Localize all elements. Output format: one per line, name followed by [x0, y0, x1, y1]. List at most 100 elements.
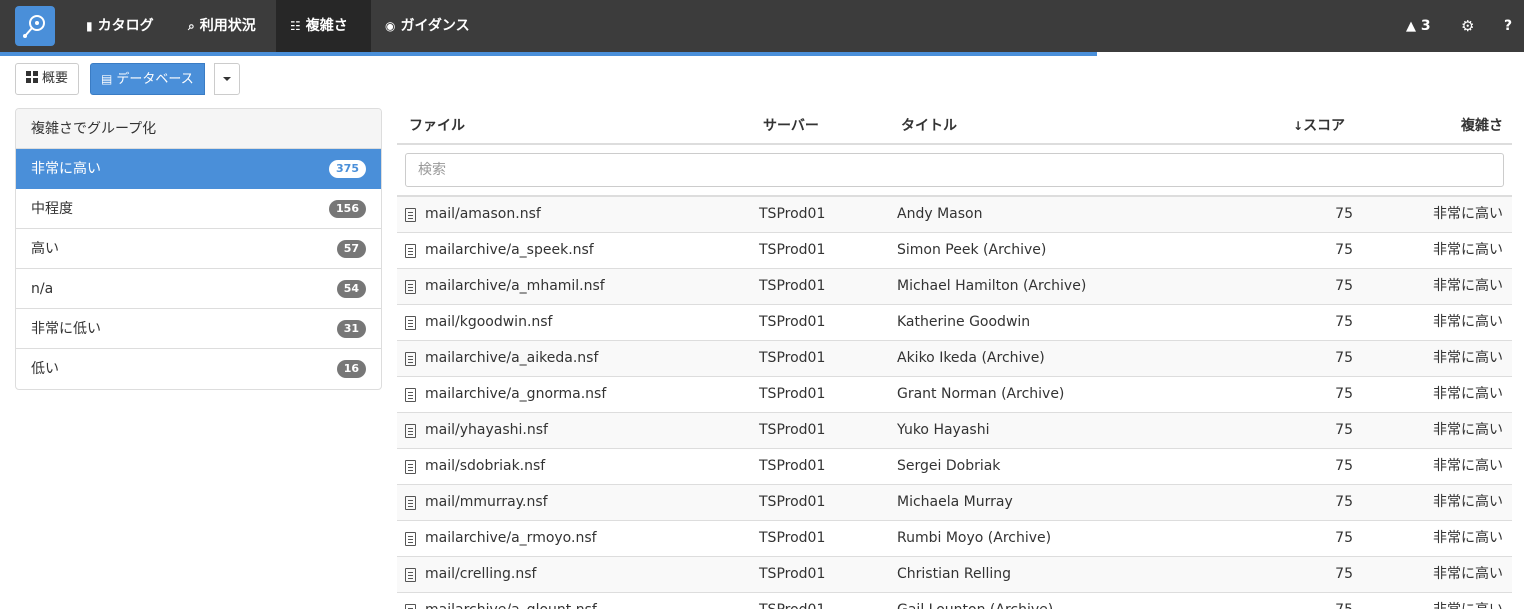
nav-item-usage[interactable]: ⌕ 利用状況 — [174, 0, 270, 52]
magnifier-logo-icon — [23, 15, 45, 38]
cell-file[interactable]: mailarchive/a_aikeda.nsf — [425, 341, 598, 376]
cell-title: Michaela Murray — [897, 494, 1013, 510]
file-text-icon — [405, 316, 416, 330]
cell-server: TSProd01 — [759, 206, 826, 222]
cell-file[interactable]: mail/amason.nsf — [425, 197, 541, 232]
cell-complexity: 非常に高い — [1433, 494, 1503, 510]
cell-score: 75 — [1335, 278, 1353, 294]
nav-label-guidance: ガイダンス — [400, 18, 470, 34]
app-logo[interactable] — [15, 6, 55, 46]
cell-file[interactable]: mailarchive/a_mhamil.nsf — [425, 269, 605, 304]
group-count-badge: 156 — [329, 200, 366, 218]
cell-file[interactable]: mail/sdobriak.nsf — [425, 449, 545, 484]
cell-complexity: 非常に高い — [1433, 386, 1503, 402]
cell-file[interactable]: mail/crelling.nsf — [425, 557, 536, 592]
database-table: mail/amason.nsf TSProd01 Andy Mason 75 非常に高い… — [397, 197, 1512, 609]
nav-item-complexity[interactable]: ☷ 複雑さ — [276, 0, 371, 52]
group-item[interactable]: 非常に高い 375 — [16, 149, 381, 189]
cell-server: TSProd01 — [759, 530, 826, 546]
column-header-file[interactable]: ファイル — [409, 115, 465, 137]
group-item-label: 非常に低い — [31, 321, 101, 337]
cell-server: TSProd01 — [759, 278, 826, 294]
table-row[interactable]: mail/yhayashi.nsf TSProd01 Yuko Hayashi 75 非… — [397, 413, 1512, 449]
table-row[interactable]: mailarchive/a_aikeda.nsf TSProd01 Akiko Ik… — [397, 341, 1512, 377]
cell-complexity: 非常に高い — [1433, 242, 1503, 258]
table-row[interactable]: mail/kgoodwin.nsf TSProd01 Katherine Goodw… — [397, 305, 1512, 341]
column-header-server[interactable]: サーバー — [763, 115, 819, 137]
table-row[interactable]: mail/crelling.nsf TSProd01 Christian Relli… — [397, 557, 1512, 593]
table-row[interactable]: mailarchive/a_speek.nsf TSProd01 Simon Pee… — [397, 233, 1512, 269]
file-text-icon — [405, 532, 416, 546]
table-row[interactable]: mail/mmurray.nsf TSProd01 Michaela Murray 7… — [397, 485, 1512, 521]
settings-button[interactable]: ⚙ — [1461, 0, 1474, 52]
nav-label-catalog: カタログ — [97, 18, 154, 34]
cell-file[interactable]: mailarchive/a_gnorma.nsf — [425, 377, 606, 412]
cell-file[interactable]: mailarchive/a_glount.nsf — [425, 593, 597, 609]
cell-file[interactable]: mail/kgoodwin.nsf — [425, 305, 552, 340]
cell-file[interactable]: mail/yhayashi.nsf — [425, 413, 548, 448]
cell-complexity: 非常に高い — [1433, 422, 1503, 438]
group-count-badge: 375 — [329, 160, 366, 178]
cell-file[interactable]: mail/mmurray.nsf — [425, 485, 548, 520]
group-item[interactable]: 高い 57 — [16, 229, 381, 269]
column-header-score[interactable]: ↓スコア — [1293, 115, 1345, 137]
cell-score: 75 — [1335, 422, 1353, 438]
file-text-icon — [405, 352, 416, 366]
cell-complexity: 非常に高い — [1433, 314, 1503, 330]
group-count-badge: 16 — [336, 360, 366, 378]
group-by-header: 複雑さでグループ化 — [16, 109, 381, 149]
column-header-score-label: スコア — [1303, 118, 1346, 134]
table-row[interactable]: mail/amason.nsf TSProd01 Andy Mason 75 非常に高い — [397, 197, 1512, 233]
cell-server: TSProd01 — [759, 566, 826, 582]
top-navbar: ▮ カタログ ⌕ 利用状況 ☷ 複雑さ ◉ ガイダンス ▲ 3 ⚙ ? — [0, 0, 1524, 52]
table-row[interactable]: mailarchive/a_mhamil.nsf TSProd01 Michael … — [397, 269, 1512, 305]
table-row[interactable]: mailarchive/a_glount.nsf TSProd01 Gail Lou… — [397, 593, 1512, 609]
book-icon: ▮ — [86, 19, 93, 33]
group-item-label: 高い — [31, 241, 59, 257]
cell-server: TSProd01 — [759, 422, 826, 438]
cell-server: TSProd01 — [759, 458, 826, 474]
caret-down-icon — [223, 76, 231, 81]
cell-server: TSProd01 — [759, 350, 826, 366]
cubes-icon: ☷ — [290, 19, 301, 33]
cell-complexity: 非常に高い — [1433, 530, 1503, 546]
group-item-label: 低い — [31, 361, 59, 377]
table-row[interactable]: mail/sdobriak.nsf TSProd01 Sergei Dobriak 7… — [397, 449, 1512, 485]
cell-server: TSProd01 — [759, 593, 825, 609]
overview-button[interactable]: 概要 — [15, 63, 80, 95]
group-item[interactable]: 中程度 156 — [16, 189, 381, 229]
nav-item-guidance[interactable]: ◉ ガイダンス — [371, 0, 484, 52]
cell-score: 75 — [1335, 314, 1353, 330]
group-item[interactable]: 低い 16 — [16, 349, 381, 389]
overview-label: 概要 — [42, 71, 69, 86]
table-row[interactable]: mailarchive/a_gnorma.nsf TSProd01 Grant No… — [397, 377, 1512, 413]
group-item[interactable]: n/a 54 — [16, 269, 381, 309]
database-dropdown-toggle[interactable] — [214, 63, 240, 95]
database-button[interactable]: ▤ データベース — [90, 63, 205, 95]
notifications-count: 3 — [1420, 18, 1431, 34]
group-count-badge: 31 — [336, 320, 366, 338]
cell-score: 75 — [1335, 458, 1353, 474]
cell-title: Sergei Dobriak — [897, 458, 1001, 474]
bell-icon: ▲ — [1406, 19, 1416, 34]
column-header-complexity[interactable]: 複雑さ — [1461, 115, 1503, 137]
cell-score: 75 — [1335, 242, 1353, 258]
search-input[interactable] — [405, 153, 1504, 187]
nav-label-complexity: 複雑さ — [305, 18, 348, 34]
cell-complexity: 非常に高い — [1433, 206, 1503, 222]
cell-file[interactable]: mailarchive/a_speek.nsf — [425, 233, 594, 268]
file-text-icon — [405, 388, 416, 402]
cell-file[interactable]: mailarchive/a_rmoyo.nsf — [425, 521, 597, 556]
help-button[interactable]: ? — [1504, 0, 1512, 52]
file-text-icon — [405, 244, 416, 258]
table-row[interactable]: mailarchive/a_rmoyo.nsf TSProd01 Rumbi Moy… — [397, 521, 1512, 557]
cell-server: TSProd01 — [759, 386, 826, 402]
map-marker-icon: ◉ — [385, 19, 396, 33]
notifications-button[interactable]: ▲ 3 — [1406, 0, 1431, 52]
group-item[interactable]: 非常に低い 31 — [16, 309, 381, 349]
cell-server: TSProd01 — [759, 494, 826, 510]
column-header-title[interactable]: タイトル — [901, 115, 957, 137]
sort-numeric-icon: ↓ — [1293, 119, 1304, 133]
cell-title: Gail Lounton (Archive) — [897, 593, 1053, 609]
nav-item-catalog[interactable]: ▮ カタログ — [72, 0, 168, 52]
